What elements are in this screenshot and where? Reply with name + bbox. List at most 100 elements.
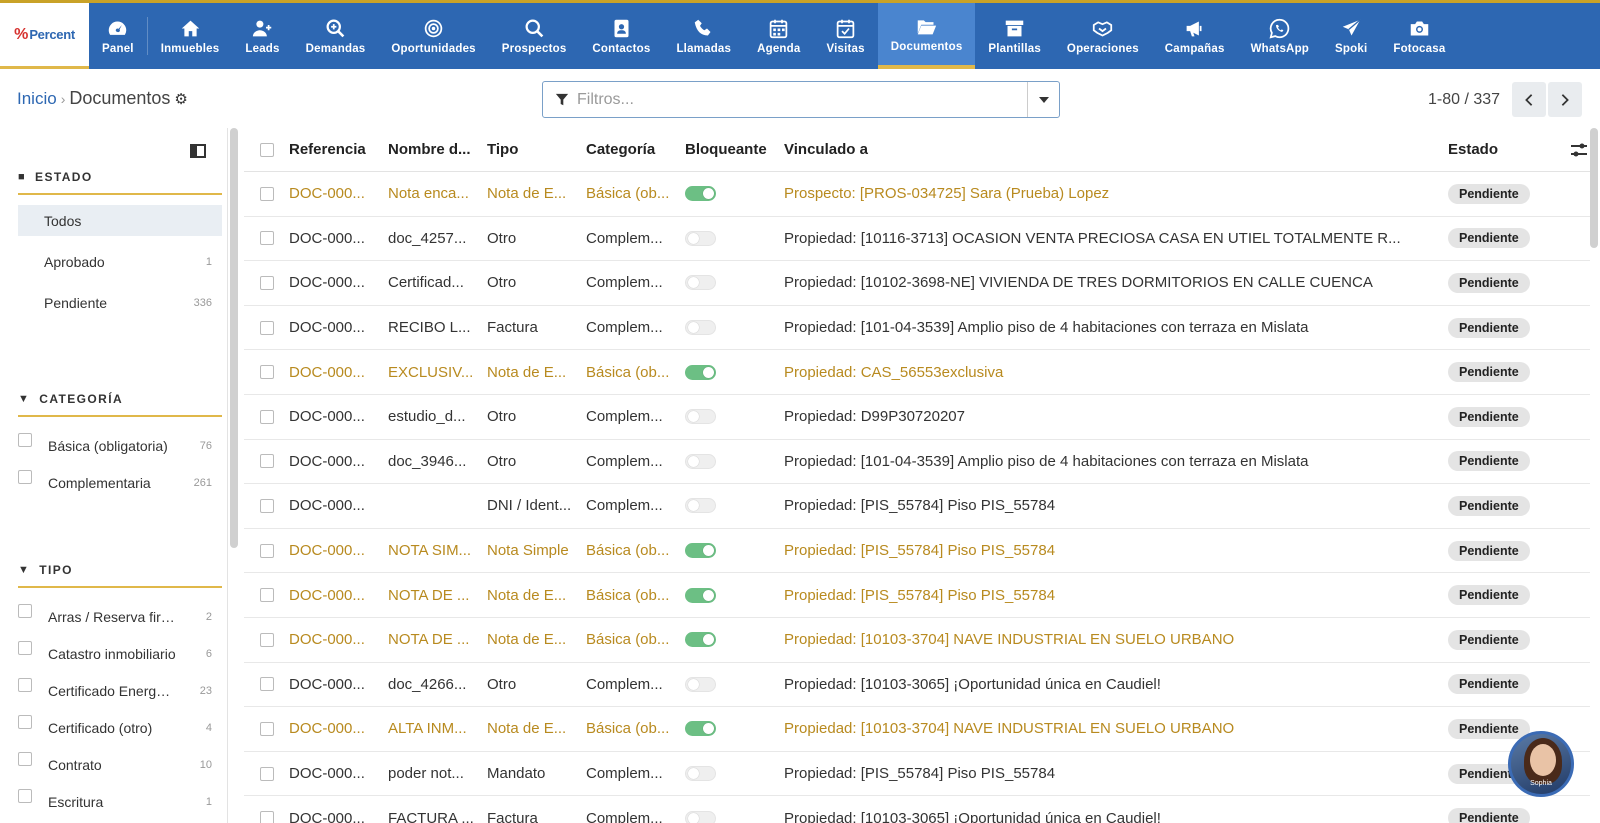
tipo-checkbox[interactable] (18, 788, 32, 803)
row-checkbox[interactable] (259, 186, 274, 201)
blocking-toggle[interactable] (685, 230, 716, 246)
tipo-checkbox[interactable] (18, 640, 32, 655)
row-checkbox[interactable] (259, 231, 274, 246)
nav-item-agenda[interactable]: Agenda (744, 3, 813, 69)
breadcrumb-home-link[interactable]: Inicio (17, 89, 57, 109)
tipo-option[interactable]: Certificado (otro) 4 (18, 709, 222, 746)
table-scrollbar[interactable] (1590, 128, 1598, 248)
categoria-option[interactable]: Básica (obligatoria) 76 (18, 427, 222, 464)
row-checkbox[interactable] (259, 275, 274, 290)
estado-option[interactable]: Aprobado 1 (18, 246, 222, 277)
nav-item-plantillas[interactable]: Plantillas (975, 3, 1054, 69)
table-row[interactable]: DOC-000... doc_4266... Otro Complem... Propi… (244, 663, 1590, 708)
cell-vinculado[interactable]: Propiedad: CAS_56553exclusiva (784, 364, 1448, 381)
cell-vinculado[interactable]: Propiedad: [10116-3713] OCASION VENTA PR… (784, 230, 1448, 247)
row-checkbox[interactable] (259, 454, 274, 469)
table-row[interactable]: DOC-000... ALTA INM... Nota de E... Básica … (244, 707, 1590, 752)
table-row[interactable]: DOC-000... DNI / Ident... Complem... Propie… (244, 484, 1590, 529)
tipo-checkbox[interactable] (18, 677, 32, 692)
table-row[interactable]: DOC-000... doc_3946... Otro Complem... Propi… (244, 440, 1590, 485)
blocking-toggle[interactable] (685, 409, 716, 425)
blocking-toggle[interactable] (685, 721, 716, 737)
cell-vinculado[interactable]: Propiedad: [PIS_55784] Piso PIS_55784 (784, 587, 1448, 604)
nav-item-llamadas[interactable]: Llamadas (663, 3, 744, 69)
nav-item-inmuebles[interactable]: Inmuebles (148, 3, 233, 69)
table-row[interactable]: DOC-000... poder not... Mandato Complem... P… (244, 752, 1590, 797)
estado-option[interactable]: Pendiente 336 (18, 287, 222, 318)
cell-vinculado[interactable]: Propiedad: [PIS_55784] Piso PIS_55784 (784, 497, 1448, 514)
tipo-option[interactable]: Escritura 1 (18, 783, 222, 820)
table-row[interactable]: DOC-000... estudio_d... Otro Complem... Prop… (244, 395, 1590, 440)
nav-item-contactos[interactable]: Contactos (579, 3, 663, 69)
table-row[interactable]: DOC-000... doc_4257... Otro Complem... Propi… (244, 217, 1590, 262)
row-checkbox[interactable] (259, 543, 274, 558)
nav-item-documentos[interactable]: Documentos (877, 3, 976, 69)
categoria-checkbox[interactable] (18, 469, 32, 484)
row-checkbox[interactable] (259, 498, 274, 513)
blocking-toggle[interactable] (685, 543, 716, 559)
blocking-toggle[interactable] (685, 766, 716, 782)
sliders-icon[interactable] (1570, 142, 1588, 158)
pager-prev-button[interactable] (1512, 82, 1546, 117)
blocking-toggle[interactable] (685, 498, 716, 514)
table-row[interactable]: DOC-000... EXCLUSIV... Nota de E... Básica … (244, 350, 1590, 395)
col-referencia[interactable]: Referencia (289, 141, 388, 158)
cell-vinculado[interactable]: Propiedad: D99P30720207 (784, 408, 1448, 425)
search-dropdown-toggle[interactable] (1027, 82, 1059, 117)
tipo-option[interactable]: Contrato 10 (18, 746, 222, 783)
pager-value[interactable]: 1-80 / 337 (1428, 91, 1500, 109)
blocking-toggle[interactable] (685, 632, 716, 648)
table-row[interactable]: DOC-000... Certificad... Otro Complem... Pro… (244, 261, 1590, 306)
row-checkbox[interactable] (259, 677, 274, 692)
row-checkbox[interactable] (259, 721, 274, 736)
blocking-toggle[interactable] (685, 275, 716, 291)
col-tipo[interactable]: Tipo (487, 141, 586, 158)
table-row[interactable]: DOC-000... NOTA DE ... Nota de E... Básica … (244, 618, 1590, 663)
tipo-option[interactable]: Catastro inmobiliario 6 (18, 635, 222, 672)
tipo-option[interactable]: Arras / Reserva fir… 2 (18, 598, 222, 635)
nav-item-demandas[interactable]: Demandas (293, 3, 379, 69)
cell-vinculado[interactable]: Propiedad: [PIS_55784] Piso PIS_55784 (784, 542, 1448, 559)
tipo-checkbox[interactable] (18, 751, 32, 766)
nav-item-fotocasa[interactable]: Fotocasa (1380, 3, 1458, 69)
table-row[interactable]: DOC-000... Nota enca... Nota de E... Básica… (244, 172, 1590, 217)
nav-item-oportunidades[interactable]: Oportunidades (378, 3, 488, 69)
row-checkbox[interactable] (259, 632, 274, 647)
tipo-checkbox[interactable] (18, 603, 32, 618)
categoria-option[interactable]: Complementaria 261 (18, 464, 222, 501)
col-categoria[interactable]: Categoría (586, 141, 685, 158)
blocking-toggle[interactable] (685, 587, 716, 603)
row-checkbox[interactable] (259, 320, 274, 335)
nav-item-prospectos[interactable]: Prospectos (489, 3, 580, 69)
cell-vinculado[interactable]: Propiedad: [10103-3704] NAVE INDUSTRIAL … (784, 720, 1448, 737)
pager-next-button[interactable] (1548, 82, 1582, 117)
col-bloqueante[interactable]: Bloqueante (685, 141, 784, 158)
row-checkbox[interactable] (259, 766, 274, 781)
tipo-checkbox[interactable] (18, 714, 32, 729)
row-checkbox[interactable] (259, 811, 274, 823)
tipo-option[interactable]: Certificado Energ… 23 (18, 672, 222, 709)
cell-vinculado[interactable]: Propiedad: [10103-3704] NAVE INDUSTRIAL … (784, 631, 1448, 648)
table-row[interactable]: DOC-000... NOTA DE ... Nota de E... Básica … (244, 573, 1590, 618)
nav-item-panel[interactable]: Panel (89, 3, 147, 69)
blocking-toggle[interactable] (685, 810, 716, 823)
blocking-toggle[interactable] (685, 186, 716, 202)
cell-vinculado[interactable]: Propiedad: [10103-3065] ¡Oportunidad úni… (784, 810, 1448, 823)
blocking-toggle[interactable] (685, 364, 716, 380)
nav-item-leads[interactable]: Leads (232, 3, 292, 69)
categoria-checkbox[interactable] (18, 432, 32, 447)
nav-item-campanas[interactable]: Campañas (1152, 3, 1238, 69)
row-checkbox[interactable] (259, 365, 274, 380)
search-input[interactable] (577, 83, 1027, 116)
table-row[interactable]: DOC-000... NOTA SIM... Nota Simple Básica (… (244, 529, 1590, 574)
cell-vinculado[interactable]: Propiedad: [101-04-3539] Amplio piso de … (784, 453, 1448, 470)
nav-item-visitas[interactable]: Visitas (813, 3, 877, 69)
blocking-toggle[interactable] (685, 320, 716, 336)
nav-item-spoki[interactable]: Spoki (1322, 3, 1380, 69)
row-checkbox[interactable] (259, 588, 274, 603)
table-row[interactable]: DOC-000... FACTURA ... Factura Complem... Pr… (244, 796, 1590, 823)
col-nombre[interactable]: Nombre d... (388, 141, 487, 158)
blocking-toggle[interactable] (685, 453, 716, 469)
select-all-checkbox[interactable] (259, 142, 274, 157)
sidebar-collapse-icon[interactable] (190, 144, 206, 158)
